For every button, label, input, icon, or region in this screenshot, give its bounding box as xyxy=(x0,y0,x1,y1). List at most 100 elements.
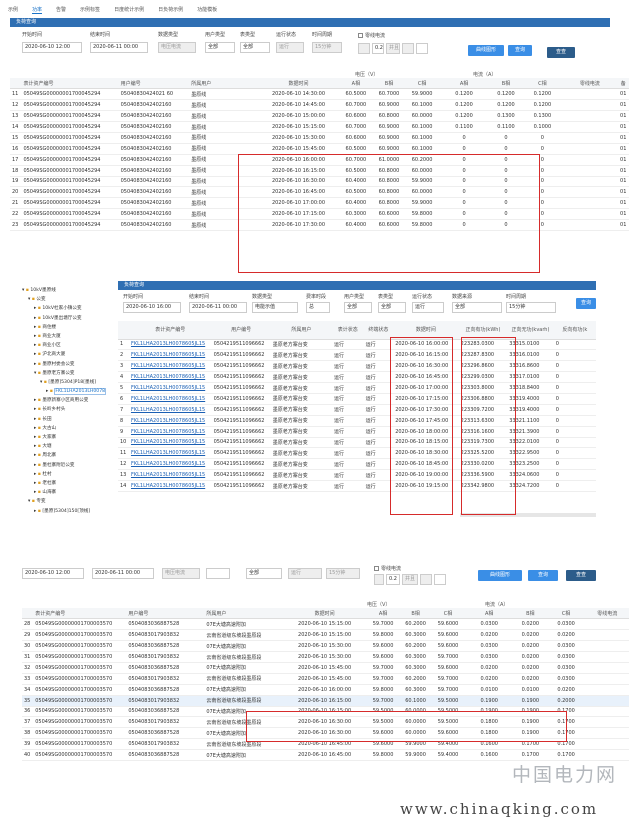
table-row[interactable]: 30 05049SG00000001700003570 05040830368875… xyxy=(22,640,629,653)
s3-compare-value[interactable]: 0.2 xyxy=(386,574,400,585)
table-row[interactable]: 7 FKL1LHA2013LH0078605JL15 050421951109666… xyxy=(118,404,596,416)
run-state-select[interactable]: 运行 xyxy=(276,42,304,53)
table-row[interactable]: 2 FKL1LHA2013LH0078605JL15 050421951109666… xyxy=(118,349,596,362)
table-row[interactable]: 1 FKL1LHA2013LH0078605JL15 050421951109666… xyxy=(118,339,596,351)
table-row[interactable]: 11 05049SG00000001700045294 05040830424021… xyxy=(10,88,629,101)
asset-link[interactable]: FKL1LHA2013LH0078605JL15 xyxy=(128,339,212,351)
s3-period-select[interactable]: 15分钟 xyxy=(326,568,360,579)
tree-node[interactable]: ▸ ▪ 墨原村委会公变 xyxy=(22,360,117,369)
tree-node[interactable]: ▾ ▪ 墨原老方寨公变 xyxy=(22,369,117,378)
table-row[interactable]: 15 05049SG00000001700045294 05040830424021… xyxy=(10,132,629,144)
p2-datatype-select[interactable]: 电能示值 xyxy=(252,302,298,313)
asset-link[interactable]: FKL1LHA2013LH0078605JL15 xyxy=(128,393,212,405)
s3-other-button[interactable]: 查查 xyxy=(566,570,596,581)
asset-link[interactable]: FKL1LHA2013LH0078605JL15 xyxy=(128,469,212,482)
tree-node[interactable]: ▸ ▪ 长田 xyxy=(22,415,117,424)
p2-source-select[interactable]: 全部 xyxy=(452,302,502,313)
table-row[interactable]: 5 FKL1LHA2013LH0078605JL15 050421951109666… xyxy=(118,382,596,394)
tree-node[interactable]: ▸ ▪ 老杜寨 xyxy=(22,479,117,488)
tree-node[interactable]: ▸ ▪ 长岭乡村头 xyxy=(22,405,117,414)
tree-node[interactable]: ▸ ▪ 山海寨 xyxy=(22,488,117,497)
p2-period-select[interactable]: 15分钟 xyxy=(506,302,556,313)
table-row[interactable]: 29 05049SG00000001700003570 05040830179038… xyxy=(22,629,629,642)
s3-usertype-select[interactable] xyxy=(206,568,230,579)
table-row[interactable]: 40 05049SG00000001700003570 05040830368875… xyxy=(22,749,629,761)
tree-node[interactable]: ▸ ▪ 杜村 xyxy=(22,470,117,479)
tree-node[interactable]: ▸ ▪ 墨原新寨小区商用公变 xyxy=(22,396,117,405)
tree-node[interactable]: ▸ ▪ 周北寨 xyxy=(22,451,117,460)
s3-metertype-select[interactable]: 全部 xyxy=(246,568,282,579)
checkbox-box[interactable] xyxy=(358,33,363,38)
tab-3[interactable]: 示例标签 xyxy=(80,6,100,13)
table-row[interactable]: 12 FKL1LHA2013LH0078605JL15 05042195110966… xyxy=(118,458,596,471)
s3-compare-value2[interactable] xyxy=(434,574,446,585)
s3-query-button[interactable]: 查询 xyxy=(528,570,558,581)
other-button[interactable]: 查查 xyxy=(547,47,575,58)
p2-end-input[interactable]: 2020-06-11 00:00 xyxy=(189,302,247,313)
p2-run-select[interactable]: 运行 xyxy=(412,302,444,313)
table-row[interactable]: 10 FKL1LHA2013LH0078605JL15 05042195110966… xyxy=(118,437,596,449)
start-time-input[interactable]: 2020-06-10 12:00 xyxy=(22,42,82,53)
tree-node[interactable]: ▾ ▪ [墨原]5304]P18[墨线] xyxy=(22,378,117,387)
p2-query-button[interactable]: 查询 xyxy=(576,298,596,309)
s3-curve-button[interactable]: 曲线图形 xyxy=(478,570,522,581)
tree-node[interactable]: ▾ ▪ 公变 xyxy=(22,295,117,304)
table-row[interactable]: 8 FKL1LHA2013LH0078605JL15 050421951109666… xyxy=(118,415,596,427)
asset-link[interactable]: FKL1LHA2013LH0078605JL15 xyxy=(128,480,212,492)
compare-op-select[interactable] xyxy=(358,43,370,54)
tree-node[interactable]: ▾ ▪ 专变 xyxy=(22,497,117,506)
table-row[interactable]: 9 FKL1LHA2013LH0078605JL15 050421951109666… xyxy=(118,426,596,438)
s3-run-select[interactable]: 运行 xyxy=(288,568,322,579)
tree-node[interactable]: ▸ ▪ 大塘 xyxy=(22,442,117,451)
p2-rate-select[interactable]: 总 xyxy=(306,302,330,313)
tree-node[interactable]: ▸ ▪ 大家寨 xyxy=(22,433,117,442)
tree-node[interactable]: ▸ ▪ 10kV墨出塘厅公变 xyxy=(22,314,117,323)
asset-link[interactable]: FKL1LHA2013LH0078605JL15 xyxy=(128,447,212,460)
end-time-input[interactable]: 2020-06-11 00:00 xyxy=(90,42,148,53)
s3-compare-op2[interactable] xyxy=(420,574,432,585)
s3-datatype-select[interactable]: 电压电流 xyxy=(162,568,200,579)
tree-node[interactable]: ▸ ▪ 墨杜寨附近公变 xyxy=(22,461,117,470)
tab-0[interactable]: 示例 xyxy=(8,6,18,13)
p2-metertype-select[interactable]: 全部 xyxy=(378,302,406,313)
condition-select[interactable]: 并且 xyxy=(386,43,400,54)
asset-link[interactable]: FKL1LHA2013LH0078605JL15 xyxy=(128,426,212,438)
tree-node[interactable]: ▸ ▪ 商业大厦 xyxy=(22,332,117,341)
table-row[interactable]: 6 FKL1LHA2013LH0078605JL15 050421951109666… xyxy=(118,393,596,405)
tree-node[interactable]: ▸ ▪ 沪北商大厦 xyxy=(22,350,117,359)
s3-zero-checkbox[interactable]: 零线电流 xyxy=(374,565,401,572)
data-type-select[interactable]: 电压电流 xyxy=(158,42,196,53)
meter-type-select[interactable]: 全部 xyxy=(240,42,270,53)
table-row[interactable]: 13 05049SG00000001700045294 05040830424021… xyxy=(10,110,629,123)
tree-node[interactable]: ▸ ▪ 商住楼 xyxy=(22,323,117,332)
user-type-select[interactable]: 全部 xyxy=(205,42,235,53)
tab-2[interactable]: 告警 xyxy=(56,6,66,13)
asset-link[interactable]: FKL1LHA2013LH0078605JL15 xyxy=(128,415,212,427)
table-row[interactable]: 4 FKL1LHA2013LH0078605JL15 050421951109666… xyxy=(118,371,596,384)
table-row[interactable]: 11 FKL1LHA2013LH0078605JL15 05042195110966… xyxy=(118,447,596,460)
asset-link[interactable]: FKL1LHA2013LH0078605JL15 xyxy=(128,349,212,362)
query-button[interactable]: 查询 xyxy=(508,45,532,56)
tree-node[interactable]: ▸ ▪ [墨原]5304]150[顶线] xyxy=(22,507,117,516)
table-row[interactable]: 33 05049SG00000001700003570 05040830179038… xyxy=(22,673,629,685)
tree-node[interactable]: ▸ ▪ 商业小区 xyxy=(22,341,117,350)
asset-link[interactable]: FKL1LHA2013LH0078605JL15 xyxy=(128,382,212,394)
asset-link[interactable]: FKL1LHA2013LH0078605JL15 xyxy=(128,437,212,449)
s3-start-input[interactable]: 2020-06-10 12:00 xyxy=(22,568,84,579)
tab-5[interactable]: 日负荷示例 xyxy=(158,6,183,13)
s3-condition-select[interactable]: 并且 xyxy=(402,574,418,585)
tab-6[interactable]: 功能模板 xyxy=(197,6,217,13)
tab-1[interactable]: 功率 xyxy=(32,6,43,14)
table-row[interactable]: 3 FKL1LHA2013LH0078605JL15 050421951109666… xyxy=(118,360,596,373)
period-select[interactable]: 15分钟 xyxy=(312,42,342,53)
tab-4[interactable]: 日度统计示例 xyxy=(114,6,144,13)
checkbox-box[interactable] xyxy=(374,566,379,571)
table-row[interactable]: 13 FKL1LHA2013LH0078605JL15 05042195110966… xyxy=(118,469,596,482)
asset-link[interactable]: FKL1LHA2013LH0078605JL15 xyxy=(128,458,212,471)
s3-compare-op[interactable] xyxy=(374,574,384,585)
table-row[interactable]: 14 FKL1LHA2013LH0078605JL15 05042195110966… xyxy=(118,480,596,492)
table-row[interactable]: 35 05049SG00000001700003570 05040830179038… xyxy=(22,695,629,707)
zero-current-checkbox[interactable]: 零线电流 xyxy=(358,32,385,39)
curve-chart-button[interactable]: 曲线图形 xyxy=(468,45,504,56)
table-row[interactable]: 14 05049SG00000001700045294 05040830424021… xyxy=(10,121,629,133)
